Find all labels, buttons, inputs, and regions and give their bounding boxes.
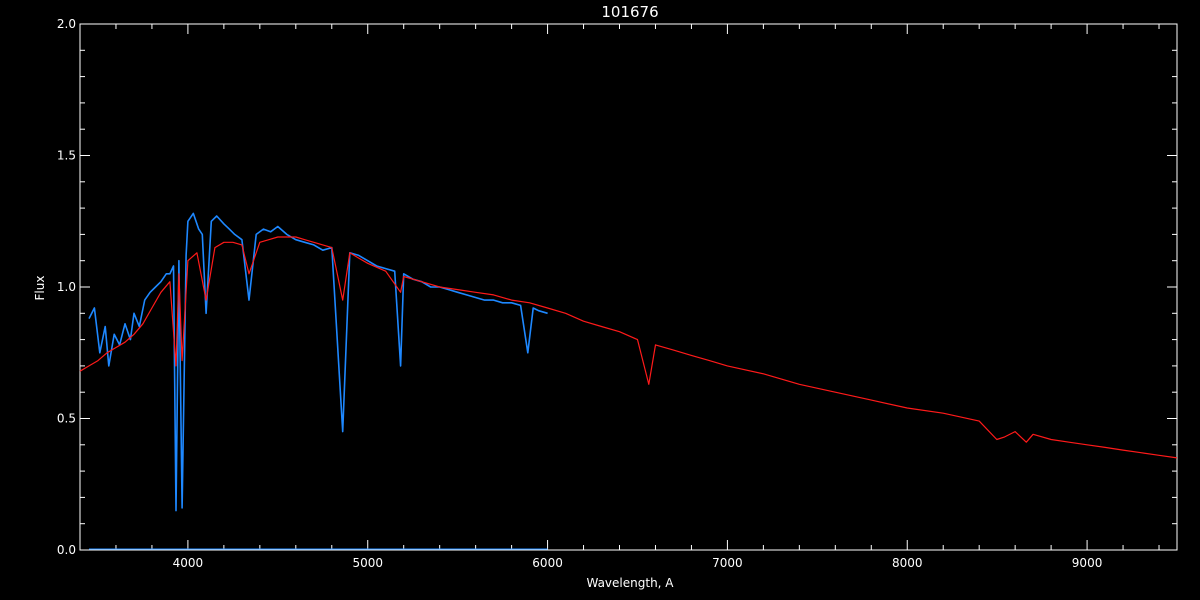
y-tick-label: 0.0 (57, 543, 76, 557)
x-tick-label: 8000 (892, 556, 923, 570)
y-tick-label: 2.0 (57, 17, 76, 31)
spectrum-plot: 101676 4000 5000 6000 7000 8000 9000 0.0 0.5 1.0… (0, 0, 1200, 600)
chart-title: 101676 (601, 3, 658, 21)
y-tick-label: 0.5 (57, 412, 76, 426)
x-tick-label: 4000 (173, 556, 204, 570)
y-tick-label: 1.5 (57, 149, 76, 163)
y-tick-label: 1.0 (57, 280, 76, 294)
x-tick-label: 6000 (532, 556, 563, 570)
x-tick-label: 9000 (1072, 556, 1103, 570)
y-axis-label: Flux (33, 276, 47, 301)
x-tick-label: 7000 (712, 556, 743, 570)
x-tick-label: 5000 (352, 556, 383, 570)
x-axis-label: Wavelength, A (586, 576, 674, 590)
